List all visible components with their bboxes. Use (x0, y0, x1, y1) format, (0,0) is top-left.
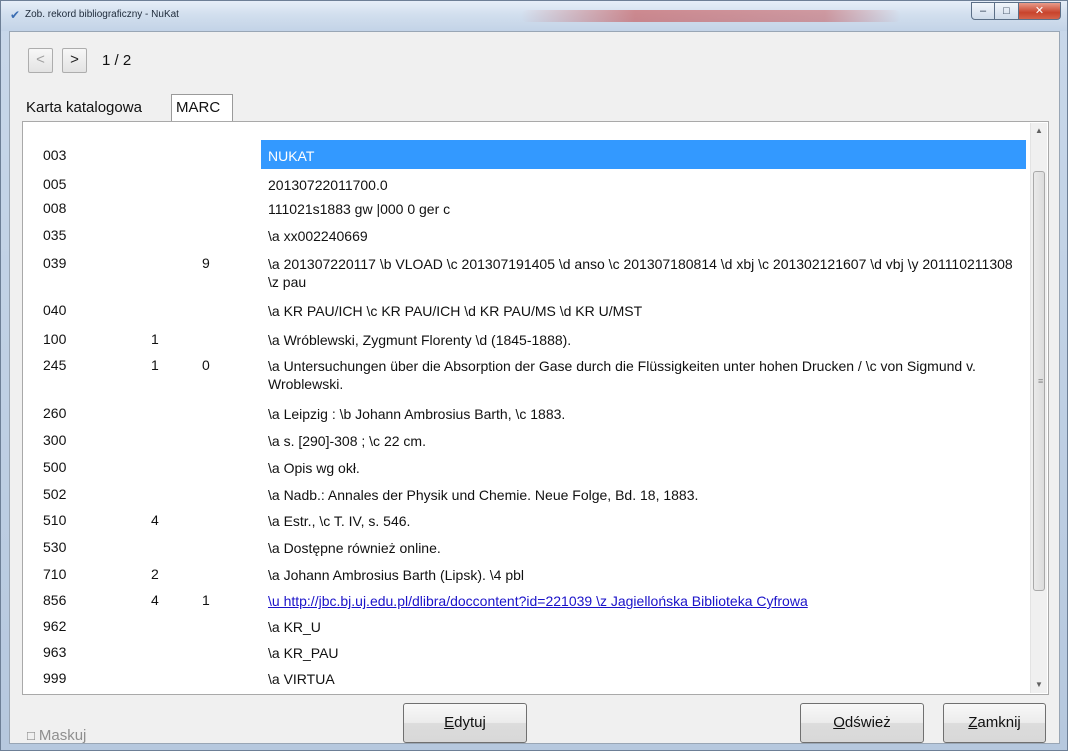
marc-row[interactable]: 999 \a VIRTUA (41, 663, 1026, 689)
dialog-body: < > 1 / 2 Karta katalogowa MARC 003 NUKAT… (9, 31, 1060, 744)
grip-icon: ≡ (1038, 376, 1044, 386)
marc-row[interactable]: 300 \a s. [290]-308 ; \c 22 cm. (41, 425, 1026, 452)
marc-value: NUKAT (268, 148, 315, 164)
marc-row[interactable]: 008 111021s1883 gw |000 0 ger c (41, 193, 1026, 220)
vertical-scrollbar[interactable]: ▲ ≡ ▼ (1030, 123, 1047, 693)
refresh-button[interactable]: Odśwież (800, 703, 924, 743)
marc-panel: 003 NUKAT 005 20130722011700.0 008 111021s188… (22, 121, 1049, 695)
checkbox-icon: ☐ (26, 731, 36, 743)
marc-value: \a 201307220117 \b VLOAD \c 201307191405… (268, 256, 1013, 290)
marc-row[interactable]: 005 20130722011700.0 (41, 169, 1026, 193)
marc-row[interactable]: 100 1 \a Wróblewski, Zygmunt Florenty \d (… (41, 324, 1026, 350)
marc-indicator-2: 9 (202, 255, 210, 271)
marc-value: \a KR_PAU (268, 645, 339, 661)
close-button-label: Zamknij (968, 714, 1021, 731)
marc-tag: 500 (43, 459, 67, 475)
close-button[interactable]: Zamknij (943, 703, 1046, 743)
maximize-icon: □ (1003, 5, 1010, 17)
marc-row[interactable]: 963 \a KR_PAU (41, 637, 1026, 663)
marc-tag: 999 (43, 670, 67, 686)
marc-row[interactable]: 039 9 \a 201307220117 \b VLOAD \c 20130719… (41, 248, 1026, 295)
marc-tag: 963 (43, 644, 67, 660)
marc-tag: 710 (43, 566, 67, 582)
window-controls: – □ ✕ (971, 2, 1061, 20)
marc-row[interactable]: 035 \a xx002240669 (41, 220, 1026, 248)
marc-value: \a s. [290]-308 ; \c 22 cm. (268, 433, 426, 449)
marc-value: \a KR PAU/ICH \c KR PAU/ICH \d KR PAU/MS… (268, 303, 643, 319)
tab-marc[interactable]: MARC (171, 94, 233, 121)
minimize-icon: – (979, 5, 987, 17)
marc-value: \a KR_U (268, 619, 321, 635)
edit-button-label: Edytuj (444, 714, 486, 731)
mask-label: Maskuj (38, 727, 87, 744)
edit-button[interactable]: Edytuj (403, 703, 527, 743)
marc-tag: 502 (43, 486, 67, 502)
marc-tag: 005 (43, 176, 67, 192)
marc-indicator-2: 0 (202, 357, 210, 373)
marc-row[interactable]: 245 1 0 \a Untersuchungen über die Absorpti… (41, 350, 1026, 398)
maximize-button[interactable]: □ (995, 2, 1019, 20)
marc-value: \a Estr., \c T. IV, s. 546. (268, 513, 411, 529)
marc-row[interactable]: 510 4 \a Estr., \c T. IV, s. 546. (41, 505, 1026, 532)
marc-row[interactable]: 710 2 \a Johann Ambrosius Barth (Lipsk). \… (41, 559, 1026, 585)
mask-checkbox[interactable]: ☐ Maskuj (26, 727, 86, 744)
marc-value: 20130722011700.0 (268, 177, 388, 193)
next-record-button[interactable]: > (62, 48, 87, 73)
scroll-thumb[interactable]: ≡ (1033, 171, 1045, 591)
window-title: Zob. rekord bibliograficzny - NuKat (25, 9, 179, 20)
prev-record-button[interactable]: < (28, 48, 53, 73)
marc-row[interactable]: 962 \a KR_U (41, 611, 1026, 637)
marc-value: \a Opis wg okł. (268, 460, 360, 476)
marc-tag: 300 (43, 432, 67, 448)
refresh-button-label: Odśwież (833, 714, 891, 731)
marc-indicator-1: 4 (151, 512, 159, 528)
marc-value: \a Wróblewski, Zygmunt Florenty \d (1845… (268, 332, 572, 348)
marc-row[interactable]: 856 4 1 \u http://jbc.bj.uj.edu.pl/dlibra/d… (41, 585, 1026, 611)
marc-tag: 008 (43, 200, 67, 216)
marc-value: \a Leipzig : \b Johann Ambrosius Barth, … (268, 406, 566, 422)
scroll-down-icon[interactable]: ▼ (1031, 677, 1047, 693)
marc-indicator-1: 1 (151, 331, 159, 347)
marc-tag: 245 (43, 357, 67, 373)
title-highlight (521, 10, 901, 22)
app-logo-icon: ✔ (9, 8, 21, 22)
marc-tag: 039 (43, 255, 67, 271)
marc-indicator-1: 1 (151, 357, 159, 373)
marc-tag: 260 (43, 405, 67, 421)
marc-indicator-2: 1 (202, 592, 210, 608)
marc-tag: 510 (43, 512, 67, 528)
marc-value: \a Untersuchungen über die Absorption de… (268, 358, 976, 392)
marc-row[interactable]: 040 \a KR PAU/ICH \c KR PAU/ICH \d KR PAU… (41, 295, 1026, 324)
tab-karta-katalogowa[interactable]: Karta katalogowa (22, 94, 169, 121)
marc-tag: 856 (43, 592, 67, 608)
marc-value: \a xx002240669 (268, 228, 368, 244)
title-bar[interactable]: ✔ Zob. rekord bibliograficzny - NuKat – … (1, 1, 1067, 31)
marc-value: \a Nadb.: Annales der Physik und Chemie.… (268, 487, 699, 503)
marc-indicator-1: 4 (151, 592, 159, 608)
minimize-button[interactable]: – (971, 2, 995, 20)
marc-tag: 003 (43, 147, 67, 163)
marc-row[interactable]: 260 \a Leipzig : \b Johann Ambrosius Bart… (41, 398, 1026, 425)
marc-value: \a VIRTUA (268, 671, 335, 687)
app-window: ✔ Zob. rekord bibliograficzny - NuKat – … (0, 0, 1068, 751)
marc-tag: 040 (43, 302, 67, 318)
marc-row[interactable]: 530 \a Dostępne również online. (41, 532, 1026, 559)
marc-tag: 035 (43, 227, 67, 243)
close-icon: ✕ (1034, 5, 1045, 17)
marc-indicator-1: 2 (151, 566, 159, 582)
marc-value: \a Dostępne również online. (268, 540, 441, 556)
marc-value[interactable]: \u http://jbc.bj.uj.edu.pl/dlibra/doccon… (268, 592, 1018, 610)
record-counter: 1 / 2 (102, 52, 132, 69)
marc-tag: 962 (43, 618, 67, 634)
marc-tag: 100 (43, 331, 67, 347)
close-window-button[interactable]: ✕ (1019, 2, 1061, 20)
marc-row[interactable]: 502 \a Nadb.: Annales der Physik und Chem… (41, 479, 1026, 505)
marc-row[interactable]: 500 \a Opis wg okł. (41, 452, 1026, 479)
marc-value: 111021s1883 gw |000 0 ger c (268, 201, 451, 217)
marc-value: \a Johann Ambrosius Barth (Lipsk). \4 pb… (268, 567, 525, 583)
scroll-up-icon[interactable]: ▲ (1031, 123, 1047, 139)
marc-tag: 530 (43, 539, 67, 555)
marc-record-list[interactable]: 003 NUKAT 005 20130722011700.0 008 111021s188… (41, 140, 1029, 690)
marc-row[interactable]: 003 NUKAT (41, 140, 1026, 169)
